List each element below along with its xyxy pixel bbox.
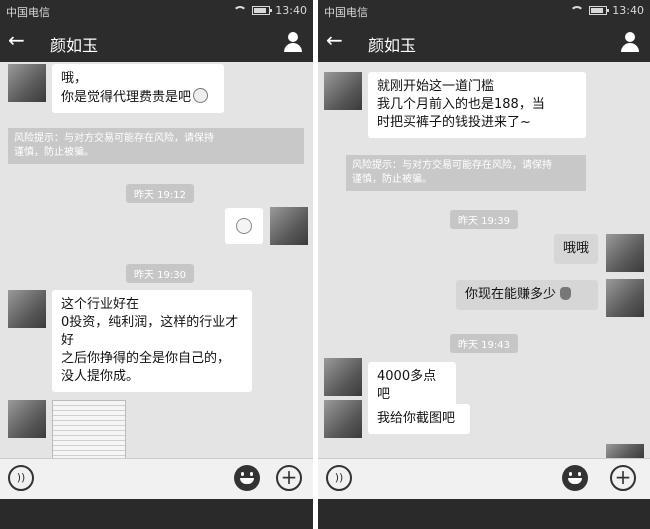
contact-profile-icon[interactable] (620, 32, 640, 52)
emoji-icon (193, 88, 209, 103)
bottom-strip (0, 499, 313, 529)
bottom-strip (318, 499, 650, 529)
carrier-label: 中国电信 (324, 6, 368, 19)
my-avatar[interactable] (606, 279, 644, 317)
wifi-icon (233, 5, 248, 16)
emoji-sticker-icon (236, 218, 252, 234)
money-bag-icon (560, 287, 572, 300)
my-avatar[interactable] (270, 207, 308, 245)
contact-profile-icon[interactable] (283, 32, 303, 52)
wifi-icon (570, 5, 585, 16)
message-bubble: 哦， 你是觉得代理费贵是吧 (52, 64, 224, 113)
chat-input-bar: )) + (318, 458, 650, 499)
clock: 13:40 (275, 4, 307, 17)
contact-avatar[interactable] (8, 64, 46, 102)
left-phone-screen: 中国电信 13:40 ← 颜如玉 哦， 你是觉得代理费贵是吧 风险提示：与对方交… (0, 0, 313, 529)
message-bubble: 这个行业好在 0投资，纯利润，这样的行业才 好 之后你挣得的全是你自己的， 没人… (52, 290, 252, 392)
contact-name: 颜如玉 (50, 36, 99, 55)
plus-icon[interactable]: + (276, 465, 302, 491)
sticker-message[interactable] (225, 208, 263, 244)
back-arrow-icon[interactable]: ← (8, 28, 25, 52)
chat-title-bar: ← 颜如玉 (0, 22, 313, 62)
message-bubble: 4000多点吧 (368, 362, 456, 410)
message-text: 你现在能赚多少 (465, 287, 557, 302)
voice-icon[interactable]: )) (326, 465, 352, 491)
status-bar: 中国电信 13:40 (0, 0, 313, 22)
contact-name: 颜如玉 (368, 36, 417, 55)
my-message-bubble: 你现在能赚多少 (456, 280, 598, 310)
battery-icon (589, 6, 610, 15)
contact-avatar[interactable] (324, 400, 362, 438)
plus-icon[interactable]: + (610, 465, 636, 491)
chat-input-bar: )) + (0, 458, 313, 499)
timestamp: 昨天 19:12 (126, 184, 194, 203)
contact-avatar[interactable] (324, 358, 362, 396)
message-text: 就刚开始这一道门槛 我几个月前入的也是188，当 时把买裤子的钱投进来了~ (377, 79, 545, 130)
back-arrow-icon[interactable]: ← (326, 28, 343, 52)
image-message[interactable] (52, 400, 126, 462)
contact-avatar[interactable] (324, 72, 362, 110)
emoji-button-icon[interactable] (234, 465, 260, 491)
right-phone-screen: 中国电信 13:40 ← 颜如玉 就刚开始这一道门槛 我几个月前入的也是188，… (318, 0, 650, 529)
my-message-bubble: 哦哦 (554, 234, 598, 264)
carrier-label: 中国电信 (6, 6, 50, 19)
emoji-button-icon[interactable] (562, 465, 588, 491)
timestamp: 昨天 19:30 (126, 264, 194, 283)
risk-warning: 风险提示：与对方交易可能存在风险，请保持 谨慎，防止被骗。 (8, 128, 304, 164)
my-avatar[interactable] (606, 444, 644, 458)
my-avatar[interactable] (606, 234, 644, 272)
risk-warning: 风险提示：与对方交易可能存在风险，请保持 谨慎，防止被骗。 (346, 155, 586, 191)
contact-avatar[interactable] (8, 290, 46, 328)
clock: 13:40 (612, 4, 644, 17)
message-bubble: 我给你截图吧 (368, 404, 470, 434)
battery-icon (252, 6, 273, 15)
message-text: 哦， 你是觉得代理费贵是吧 (61, 71, 192, 105)
contact-avatar[interactable] (8, 400, 46, 438)
voice-icon[interactable]: )) (8, 465, 34, 491)
timestamp: 昨天 19:43 (450, 334, 518, 353)
chat-title-bar: ← 颜如玉 (318, 22, 650, 62)
status-bar: 中国电信 13:40 (318, 0, 650, 22)
timestamp: 昨天 19:39 (450, 210, 518, 229)
message-bubble: 就刚开始这一道门槛 我几个月前入的也是188，当 时把买裤子的钱投进来了~ (368, 72, 586, 138)
